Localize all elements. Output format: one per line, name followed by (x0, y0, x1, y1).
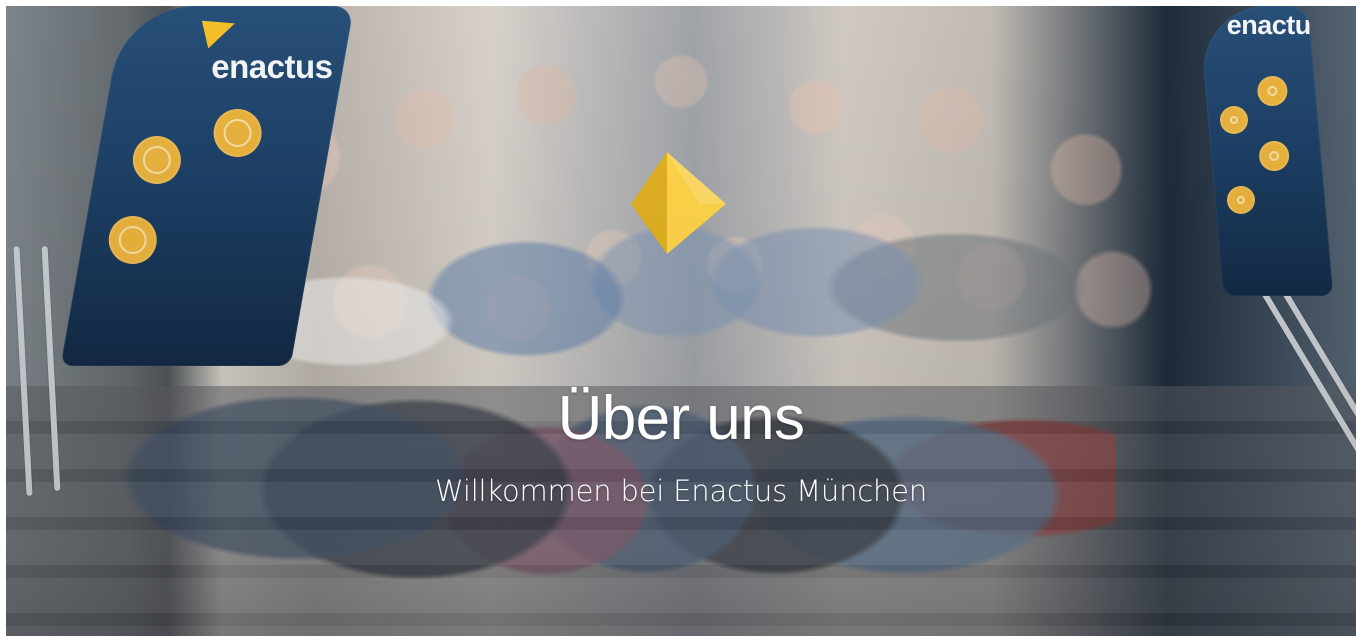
photo-overlay (6, 6, 1356, 636)
bottom-shadow (6, 551, 1356, 636)
hero-frame: enactus enactus Über uns Willkommen bei … (6, 6, 1356, 636)
